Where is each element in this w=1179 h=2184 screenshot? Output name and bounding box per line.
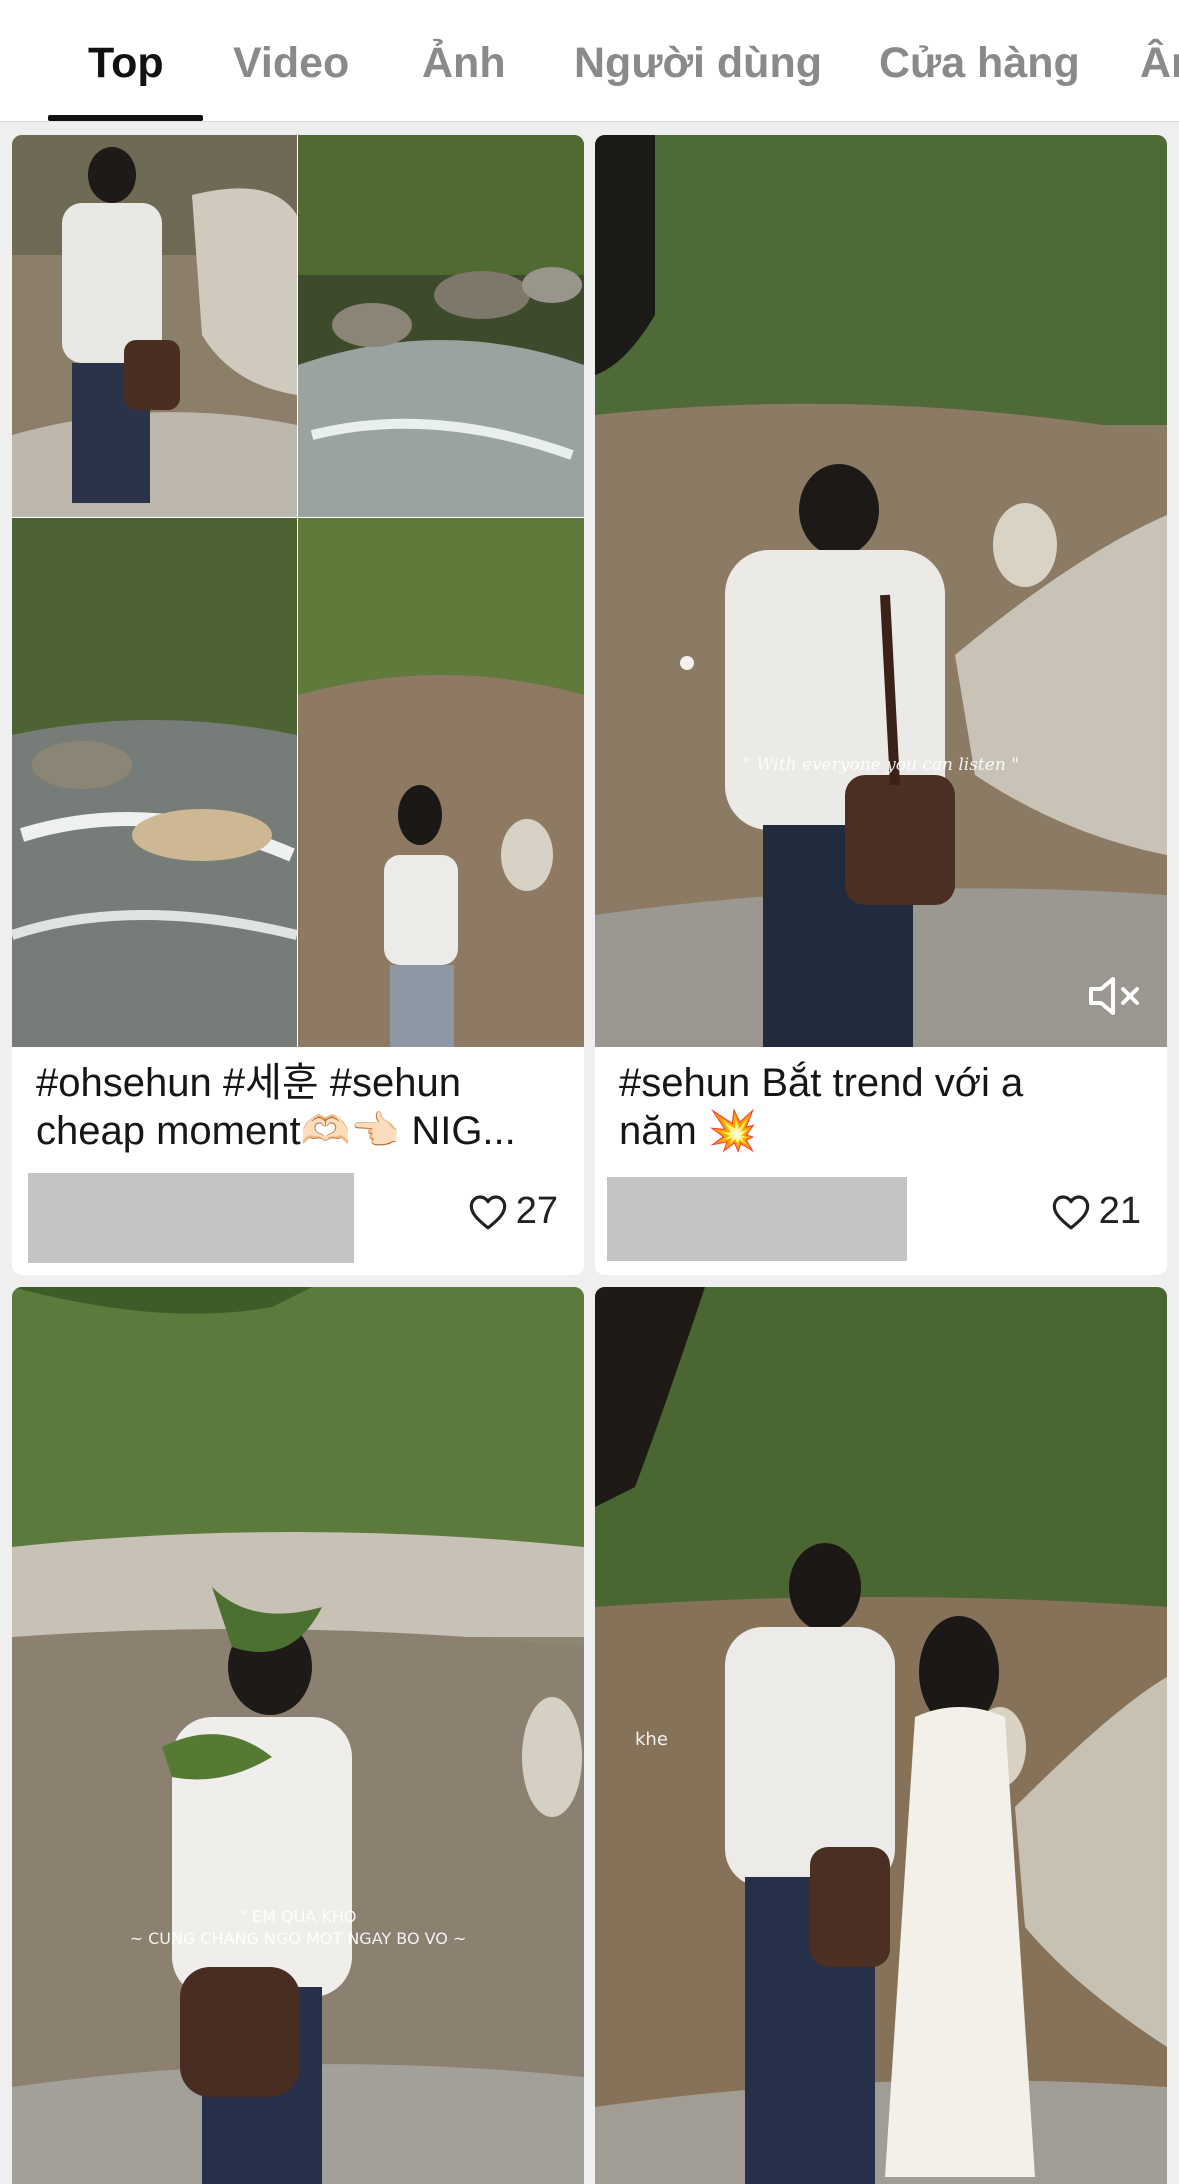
result-card[interactable]: #ohsehun #세훈 #sehun cheap moment🫶🏻👈🏻 NIG… xyxy=(12,135,584,1275)
active-tab-indicator xyxy=(48,115,203,121)
like-count[interactable]: 21 xyxy=(1051,1190,1141,1233)
video-overlay-text: khe xyxy=(635,1729,668,1750)
like-count[interactable]: 27 xyxy=(468,1190,558,1233)
result-caption: #sehun Bắt trend với a năm 💥 xyxy=(619,1061,1024,1153)
video-overlay-text: " EM QUA KHO xyxy=(239,1907,357,1926)
tab-top[interactable]: Top xyxy=(88,38,164,88)
result-card[interactable]: " EM QUA KHO ~ CUNG CHANG NGO MOT NGAY B… xyxy=(12,1287,584,2184)
result-card[interactable]: " With everyone you can listen " #sehun … xyxy=(595,135,1167,1275)
tab-sounds[interactable]: Âm xyxy=(1140,38,1179,88)
author-info-redacted[interactable] xyxy=(607,1177,907,1261)
result-thumbnail-collage[interactable] xyxy=(12,135,584,1047)
author-info-redacted[interactable] xyxy=(28,1173,354,1263)
tab-video[interactable]: Video xyxy=(233,38,349,88)
video-overlay-text: ~ CUNG CHANG NGO MOT NGAY BO VO ~ xyxy=(129,1929,467,1948)
heart-outline-icon xyxy=(469,1194,506,1229)
result-thumbnail[interactable]: khe xyxy=(595,1287,1167,2184)
result-caption: #ohsehun #세훈 #sehun cheap moment🫶🏻👈🏻 NIG… xyxy=(36,1061,516,1153)
video-overlay-text: " With everyone you can listen " xyxy=(743,755,1019,775)
tab-photos[interactable]: Ảnh xyxy=(422,38,506,88)
result-thumbnail[interactable]: " EM QUA KHO ~ CUNG CHANG NGO MOT NGAY B… xyxy=(12,1287,584,2184)
tab-shop[interactable]: Cửa hàng xyxy=(879,38,1080,88)
like-count-value: 21 xyxy=(1098,1190,1141,1232)
result-card[interactable]: khe xyxy=(595,1287,1167,2184)
search-results-screen: Top Video Ảnh Người dùng Cửa hàng Âm xyxy=(0,0,1179,2184)
result-thumbnail[interactable]: " With everyone you can listen " xyxy=(595,135,1167,1047)
search-tab-bar: Top Video Ảnh Người dùng Cửa hàng Âm xyxy=(0,0,1179,122)
heart-outline-icon xyxy=(1052,1194,1089,1229)
like-count-value: 27 xyxy=(515,1190,558,1232)
speaker-muted-icon[interactable] xyxy=(1085,971,1145,1021)
tab-users[interactable]: Người dùng xyxy=(574,38,822,88)
